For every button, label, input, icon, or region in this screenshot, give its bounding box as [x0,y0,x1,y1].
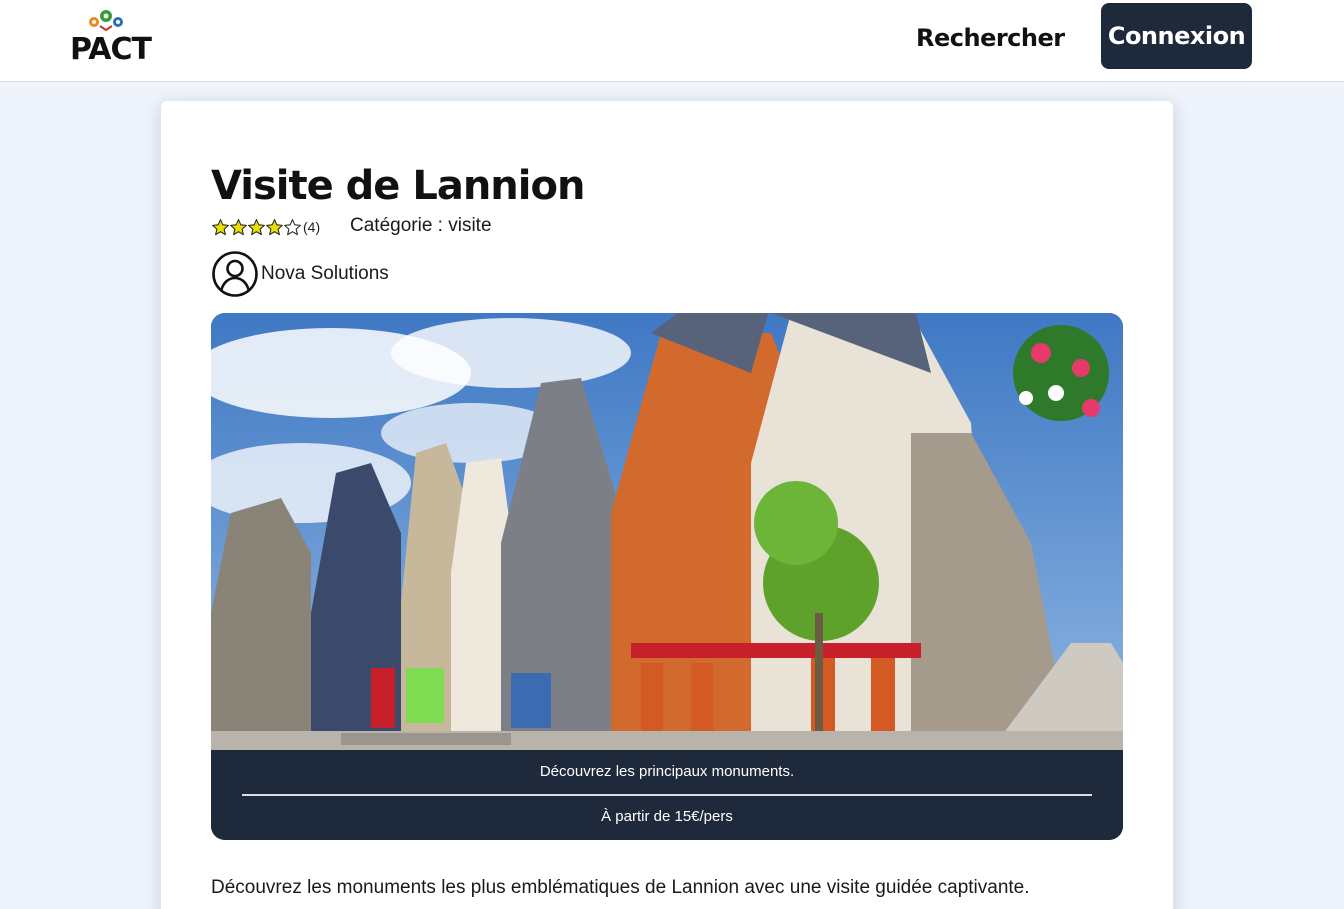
star-icon [266,218,283,235]
image-caption: Découvrez les principaux monuments. [539,763,795,780]
rating-count: (4) [303,219,321,235]
star-icon [230,218,247,235]
offer-description: Découvrez les monuments les plus embléma… [211,877,1030,898]
offer-card: Visite de Lannion (4) Catégorie : visite… [161,101,1173,909]
provider[interactable]: Nova Solutions [211,250,389,298]
category-label: Catégorie : [350,215,443,236]
offer-title: Visite de Lannion [211,163,585,209]
search-nav-button[interactable]: Rechercher [906,16,1075,60]
offer-category: Catégorie : visite [350,215,492,237]
caption-divider [242,794,1092,796]
rating: (4) [211,216,320,238]
logo-text: PACT [70,32,152,67]
image-caption-panel: Découvrez les principaux monuments. À pa… [211,750,1123,840]
lannion-photo [211,313,1123,750]
provider-name: Nova Solutions [261,263,389,284]
site-header: PACT Rechercher Connexion [0,0,1344,82]
pact-logo[interactable]: PACT [70,8,170,67]
star-empty-icon [284,218,301,235]
offer-price: À partir de 15€/pers [601,808,733,825]
offer-media[interactable]: Découvrez les principaux monuments. À pa… [211,313,1123,840]
star-icon [212,218,229,235]
login-button[interactable]: Connexion [1101,3,1252,69]
map-pin-icons [89,10,123,32]
category-value: visite [448,215,492,236]
user-circle-icon [212,251,258,297]
star-icon [248,218,265,235]
